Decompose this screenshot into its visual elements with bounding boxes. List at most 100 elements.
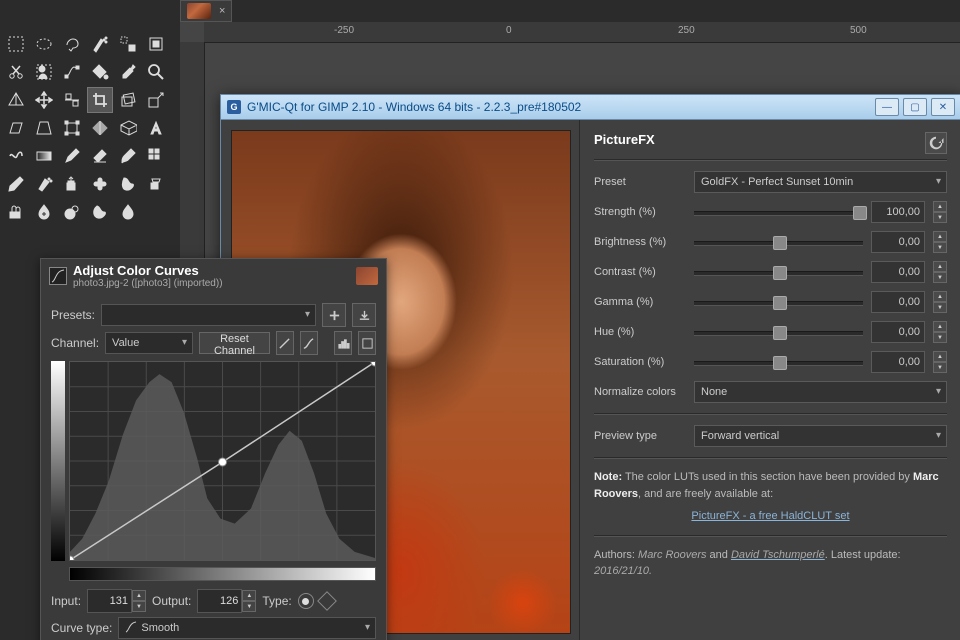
type-smooth-radio[interactable] <box>298 593 314 609</box>
param-up[interactable]: ▲ <box>933 231 947 242</box>
zoom-tool[interactable] <box>143 59 169 85</box>
crop-tool[interactable] <box>87 87 113 113</box>
maximize-button[interactable]: ▢ <box>903 98 927 116</box>
param-up[interactable]: ▲ <box>933 261 947 272</box>
lasso-tool[interactable] <box>59 31 85 57</box>
close-tab-icon[interactable]: × <box>219 5 225 17</box>
close-button[interactable]: ✕ <box>931 98 955 116</box>
picturefx-link[interactable]: PictureFX - a free HaldCLUT set <box>594 508 947 525</box>
paintbrush-tool[interactable] <box>115 143 141 169</box>
input-up[interactable]: ▲ <box>132 590 146 601</box>
unified-transform-tool[interactable] <box>59 115 85 141</box>
param-up[interactable]: ▲ <box>933 321 947 332</box>
gmic-titlebar[interactable]: G G'MIC-Qt for GIMP 2.10 - Windows 64 bi… <box>221 95 960 120</box>
refresh-button[interactable] <box>925 132 947 154</box>
output-up[interactable]: ▲ <box>242 590 256 601</box>
dodge-tool[interactable] <box>59 199 85 225</box>
by-color-select-tool[interactable] <box>115 31 141 57</box>
param-down[interactable]: ▼ <box>933 212 947 223</box>
param-slider[interactable] <box>694 324 863 340</box>
param-down[interactable]: ▼ <box>933 302 947 313</box>
normalize-combo[interactable]: None <box>694 381 947 403</box>
param-slider[interactable] <box>694 204 863 220</box>
burn-tool[interactable] <box>87 199 113 225</box>
airbrush-tool[interactable] <box>31 171 57 197</box>
measure-tool[interactable] <box>3 87 29 113</box>
shear-tool[interactable] <box>3 115 29 141</box>
ink-tool[interactable] <box>3 171 29 197</box>
ellipse-select-tool[interactable] <box>31 31 57 57</box>
presets-combo[interactable] <box>101 304 316 326</box>
output-value-field[interactable] <box>197 589 242 613</box>
param-down[interactable]: ▼ <box>933 272 947 283</box>
scissors-tool[interactable] <box>3 59 29 85</box>
move-tool[interactable] <box>31 87 57 113</box>
gmic-app-icon: G <box>227 100 241 114</box>
rotate-tool[interactable] <box>115 87 141 113</box>
param-value[interactable]: 0,00 <box>871 321 925 343</box>
curve-plot[interactable] <box>69 361 376 561</box>
param-value[interactable]: 0,00 <box>871 231 925 253</box>
linear-histogram-button[interactable] <box>276 331 294 355</box>
reset-channel-button[interactable]: Reset Channel <box>199 332 270 354</box>
smudge-tool[interactable] <box>115 171 141 197</box>
paths-tool[interactable] <box>59 59 85 85</box>
add-preset-button[interactable] <box>322 303 346 327</box>
curves-header[interactable]: Adjust Color Curves photo3.jpg-2 ([photo… <box>41 259 386 293</box>
param-value[interactable]: 0,00 <box>871 261 925 283</box>
type-corner-radio[interactable] <box>317 591 337 611</box>
cage-tool[interactable] <box>115 115 141 141</box>
param-up[interactable]: ▲ <box>933 291 947 302</box>
param-value[interactable]: 0,00 <box>871 351 925 373</box>
perspective-clone-tool[interactable] <box>143 171 169 197</box>
param-slider[interactable] <box>694 294 863 310</box>
curve-type-combo[interactable]: Smooth <box>118 617 376 639</box>
output-down[interactable]: ▼ <box>242 601 256 612</box>
param-label: Strength (%) <box>594 206 686 218</box>
param-slider[interactable] <box>694 234 863 250</box>
text-tool[interactable] <box>143 115 169 141</box>
pencil-tool[interactable] <box>59 143 85 169</box>
histogram-button[interactable] <box>334 331 352 355</box>
pattern-tool[interactable] <box>143 143 169 169</box>
color-picker-tool[interactable] <box>115 59 141 85</box>
param-label: Gamma (%) <box>594 296 686 308</box>
crop-tool-alt[interactable] <box>143 31 169 57</box>
scale-tool[interactable] <box>143 87 169 113</box>
foreground-select-tool[interactable] <box>31 59 57 85</box>
warp-tool[interactable] <box>3 143 29 169</box>
param-down[interactable]: ▼ <box>933 242 947 253</box>
mypaint-brush-tool[interactable] <box>3 199 29 225</box>
save-preset-button[interactable] <box>352 303 376 327</box>
param-up[interactable]: ▲ <box>933 201 947 212</box>
document-tab[interactable]: × <box>180 0 232 22</box>
param-slider[interactable] <box>694 264 863 280</box>
param-slider[interactable] <box>694 354 863 370</box>
param-value[interactable]: 0,00 <box>871 291 925 313</box>
input-value-field[interactable] <box>87 589 132 613</box>
clone-tool[interactable] <box>59 171 85 197</box>
flip-tool[interactable] <box>87 115 113 141</box>
blur-tool[interactable] <box>31 199 57 225</box>
minimize-button[interactable]: — <box>875 98 899 116</box>
bucket-fill-tool[interactable] <box>87 59 113 85</box>
perspective-tool[interactable] <box>31 115 57 141</box>
input-down[interactable]: ▼ <box>132 601 146 612</box>
param-value[interactable]: 100,00 <box>871 201 925 223</box>
drop-tool[interactable] <box>115 199 141 225</box>
rect-select-tool[interactable] <box>3 31 29 57</box>
param-down[interactable]: ▼ <box>933 332 947 343</box>
preview-type-combo[interactable]: Forward vertical <box>694 425 947 447</box>
author-link[interactable]: David Tschumperlé <box>731 549 825 561</box>
fuzzy-select-tool[interactable] <box>87 31 113 57</box>
heal-tool[interactable] <box>87 171 113 197</box>
channel-combo[interactable]: Value <box>105 332 193 354</box>
param-up[interactable]: ▲ <box>933 351 947 362</box>
log-histogram-button[interactable] <box>300 331 318 355</box>
eraser-tool[interactable] <box>87 143 113 169</box>
align-tool[interactable] <box>59 87 85 113</box>
param-down[interactable]: ▼ <box>933 362 947 373</box>
preset-combo[interactable]: GoldFX - Perfect Sunset 10min <box>694 171 947 193</box>
gradient-tool[interactable] <box>31 143 57 169</box>
curve-only-button[interactable] <box>358 331 376 355</box>
